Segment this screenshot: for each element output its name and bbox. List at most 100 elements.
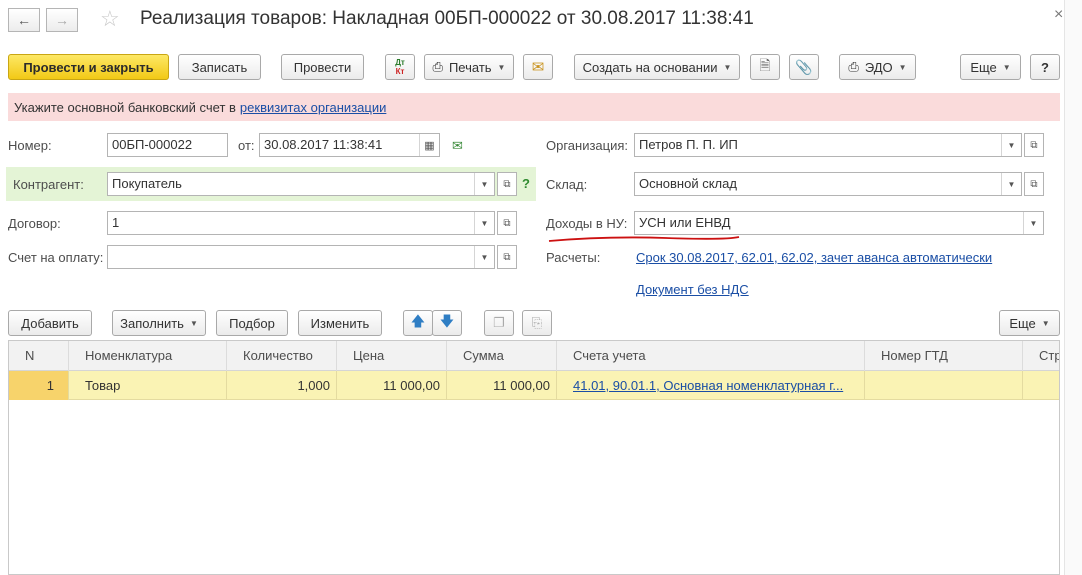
invoice-field[interactable]: ▼ — [107, 245, 495, 269]
copy-row-button[interactable]: ❐ — [484, 310, 514, 336]
back-button[interactable]: ← — [8, 8, 40, 32]
cell-n: 1 — [9, 371, 69, 400]
number-field[interactable]: 00БП-000022 — [107, 133, 228, 157]
col-header-accounts[interactable]: Счета учета — [557, 341, 865, 371]
cell-gtd — [865, 371, 1023, 400]
open-icon: ⧉ — [1030, 178, 1038, 190]
vat-document-link[interactable]: Документ без НДС — [636, 282, 749, 297]
warehouse-field[interactable]: Основной склад ▼ — [634, 172, 1022, 196]
org-requisites-link[interactable]: реквизитах организации — [240, 100, 386, 115]
open-warehouse-button[interactable]: ⧉ — [1024, 172, 1044, 196]
contract-field[interactable]: 1 ▼ — [107, 211, 495, 235]
forward-button[interactable]: → — [46, 8, 78, 32]
chevron-down-icon[interactable]: ▼ — [1001, 173, 1021, 195]
edo-icon: ⎙ — [848, 59, 859, 74]
chevron-down-icon: ▼ — [723, 62, 732, 72]
email-button[interactable]: ✉ — [523, 54, 553, 80]
col-header-country[interactable]: Стр — [1023, 341, 1059, 371]
open-contract-button[interactable]: ⧉ — [497, 211, 517, 235]
edo-button[interactable]: ⎙ ЭДО ▼ — [839, 54, 916, 80]
cell-qty: 1,000 — [227, 371, 337, 400]
add-button[interactable]: Добавить — [8, 310, 92, 336]
chevron-down-icon: ▼ — [497, 62, 506, 72]
attach-button[interactable]: 📎 — [789, 54, 819, 80]
save-button[interactable]: Записать — [178, 54, 261, 80]
calendar-icon[interactable]: ▦ — [419, 134, 439, 156]
goods-table: N Номенклатура Количество Цена Сумма Сче… — [8, 340, 1060, 575]
settlements-link[interactable]: Срок 30.08.2017, 62.01, 62.02, зачет ава… — [636, 250, 992, 265]
open-icon: ⧉ — [1030, 139, 1038, 151]
table-header: N Номенклатура Количество Цена Сумма Сче… — [9, 341, 1059, 371]
document-icon: 🗎 — [759, 57, 771, 73]
window-right-edge — [1064, 0, 1082, 575]
chevron-down-icon[interactable]: ▼ — [474, 212, 494, 234]
col-header-price[interactable]: Цена — [337, 341, 447, 371]
cell-accounts: 41.01, 90.01.1, Основная номенклатурная … — [557, 371, 865, 400]
table-row[interactable]: 1 Товар 1,000 11 000,00 11 000,00 41.01,… — [9, 371, 1059, 400]
help-button[interactable]: ? — [1030, 54, 1060, 80]
more-button[interactable]: Еще ▼ — [960, 54, 1021, 80]
cell-country — [1023, 371, 1059, 400]
chevron-down-icon: ▼ — [1002, 62, 1011, 72]
organization-label: Организация: — [546, 138, 629, 153]
chevron-down-icon: ▼ — [898, 62, 907, 72]
col-header-n[interactable]: N — [9, 341, 69, 371]
paperclip-icon: 📎 — [795, 58, 813, 75]
close-icon[interactable]: × — [1054, 6, 1063, 24]
chevron-down-icon[interactable]: ▼ — [474, 173, 494, 195]
date-field[interactable]: 30.08.2017 11:38:41 ▦ — [259, 133, 440, 157]
dt-kt-icon: Дт Кт — [395, 58, 405, 76]
print-button[interactable]: ⎙ Печать ▼ — [424, 54, 514, 80]
open-counterparty-button[interactable]: ⧉ — [497, 172, 517, 196]
date-label: от: — [238, 138, 255, 153]
help-mark[interactable]: ? — [522, 176, 530, 191]
table-more-button[interactable]: Еще ▼ — [999, 310, 1060, 336]
fill-button[interactable]: Заполнить ▼ — [112, 310, 206, 336]
settlements-label: Расчеты: — [546, 250, 601, 265]
organization-field[interactable]: Петров П. П. ИП ▼ — [634, 133, 1022, 157]
chevron-down-icon: ▼ — [1041, 318, 1050, 328]
envelope-icon: ✉ — [531, 59, 545, 76]
open-icon: ⧉ — [503, 178, 511, 190]
col-header-item[interactable]: Номенклатура — [69, 341, 227, 371]
counterparty-label: Контрагент: — [13, 177, 84, 192]
arrow-down-icon: 🡇 — [439, 313, 455, 329]
number-label: Номер: — [8, 138, 52, 153]
copy-icon: ❐ — [493, 315, 505, 330]
post-and-close-button[interactable]: Провести и закрыть — [8, 54, 169, 80]
counterparty-field[interactable]: Покупатель ▼ — [107, 172, 495, 196]
open-organization-button[interactable]: ⧉ — [1024, 133, 1044, 157]
move-down-button[interactable]: 🡇 — [432, 310, 462, 336]
star-icon[interactable]: ☆ — [100, 6, 120, 32]
move-up-button[interactable]: 🡅 — [403, 310, 433, 336]
select-button[interactable]: Подбор — [216, 310, 288, 336]
accounts-link[interactable]: 41.01, 90.01.1, Основная номенклатурная … — [573, 378, 843, 393]
invoice-label: Счет на оплату: — [8, 250, 104, 265]
chevron-down-icon[interactable]: ▼ — [474, 246, 494, 268]
col-header-sum[interactable]: Сумма — [447, 341, 557, 371]
red-underline-annotation — [548, 236, 740, 242]
change-button[interactable]: Изменить — [298, 310, 382, 336]
open-icon: ⧉ — [503, 251, 511, 263]
col-header-qty[interactable]: Количество — [227, 341, 337, 371]
arrow-up-icon: 🡅 — [410, 313, 426, 329]
printer-icon: ⎙ — [432, 59, 443, 74]
cell-price: 11 000,00 — [337, 371, 447, 400]
col-header-gtd[interactable]: Номер ГТД — [865, 341, 1023, 371]
warning-banner: Укажите основной банковский счет в рекви… — [8, 93, 1060, 121]
chevron-down-icon[interactable]: ▼ — [1023, 212, 1043, 234]
window-title: Реализация товаров: Накладная 00БП-00002… — [140, 8, 754, 29]
warehouse-label: Склад: — [546, 177, 588, 192]
arrow-right-icon: → — [55, 12, 69, 28]
cell-sum: 11 000,00 — [447, 371, 557, 400]
dt-kt-button[interactable]: Дт Кт — [385, 54, 415, 80]
open-invoice-button[interactable]: ⧉ — [497, 245, 517, 269]
arrow-left-icon: ← — [17, 12, 31, 28]
post-button[interactable]: Провести — [281, 54, 364, 80]
create-based-on-button[interactable]: Создать на основании ▼ — [574, 54, 740, 80]
chevron-down-icon: ▼ — [189, 318, 198, 328]
chevron-down-icon[interactable]: ▼ — [1001, 134, 1021, 156]
document-button[interactable]: 🗎 — [750, 54, 780, 80]
paste-row-button[interactable]: ⎘ — [522, 310, 552, 336]
paste-icon: ⎘ — [531, 315, 543, 330]
